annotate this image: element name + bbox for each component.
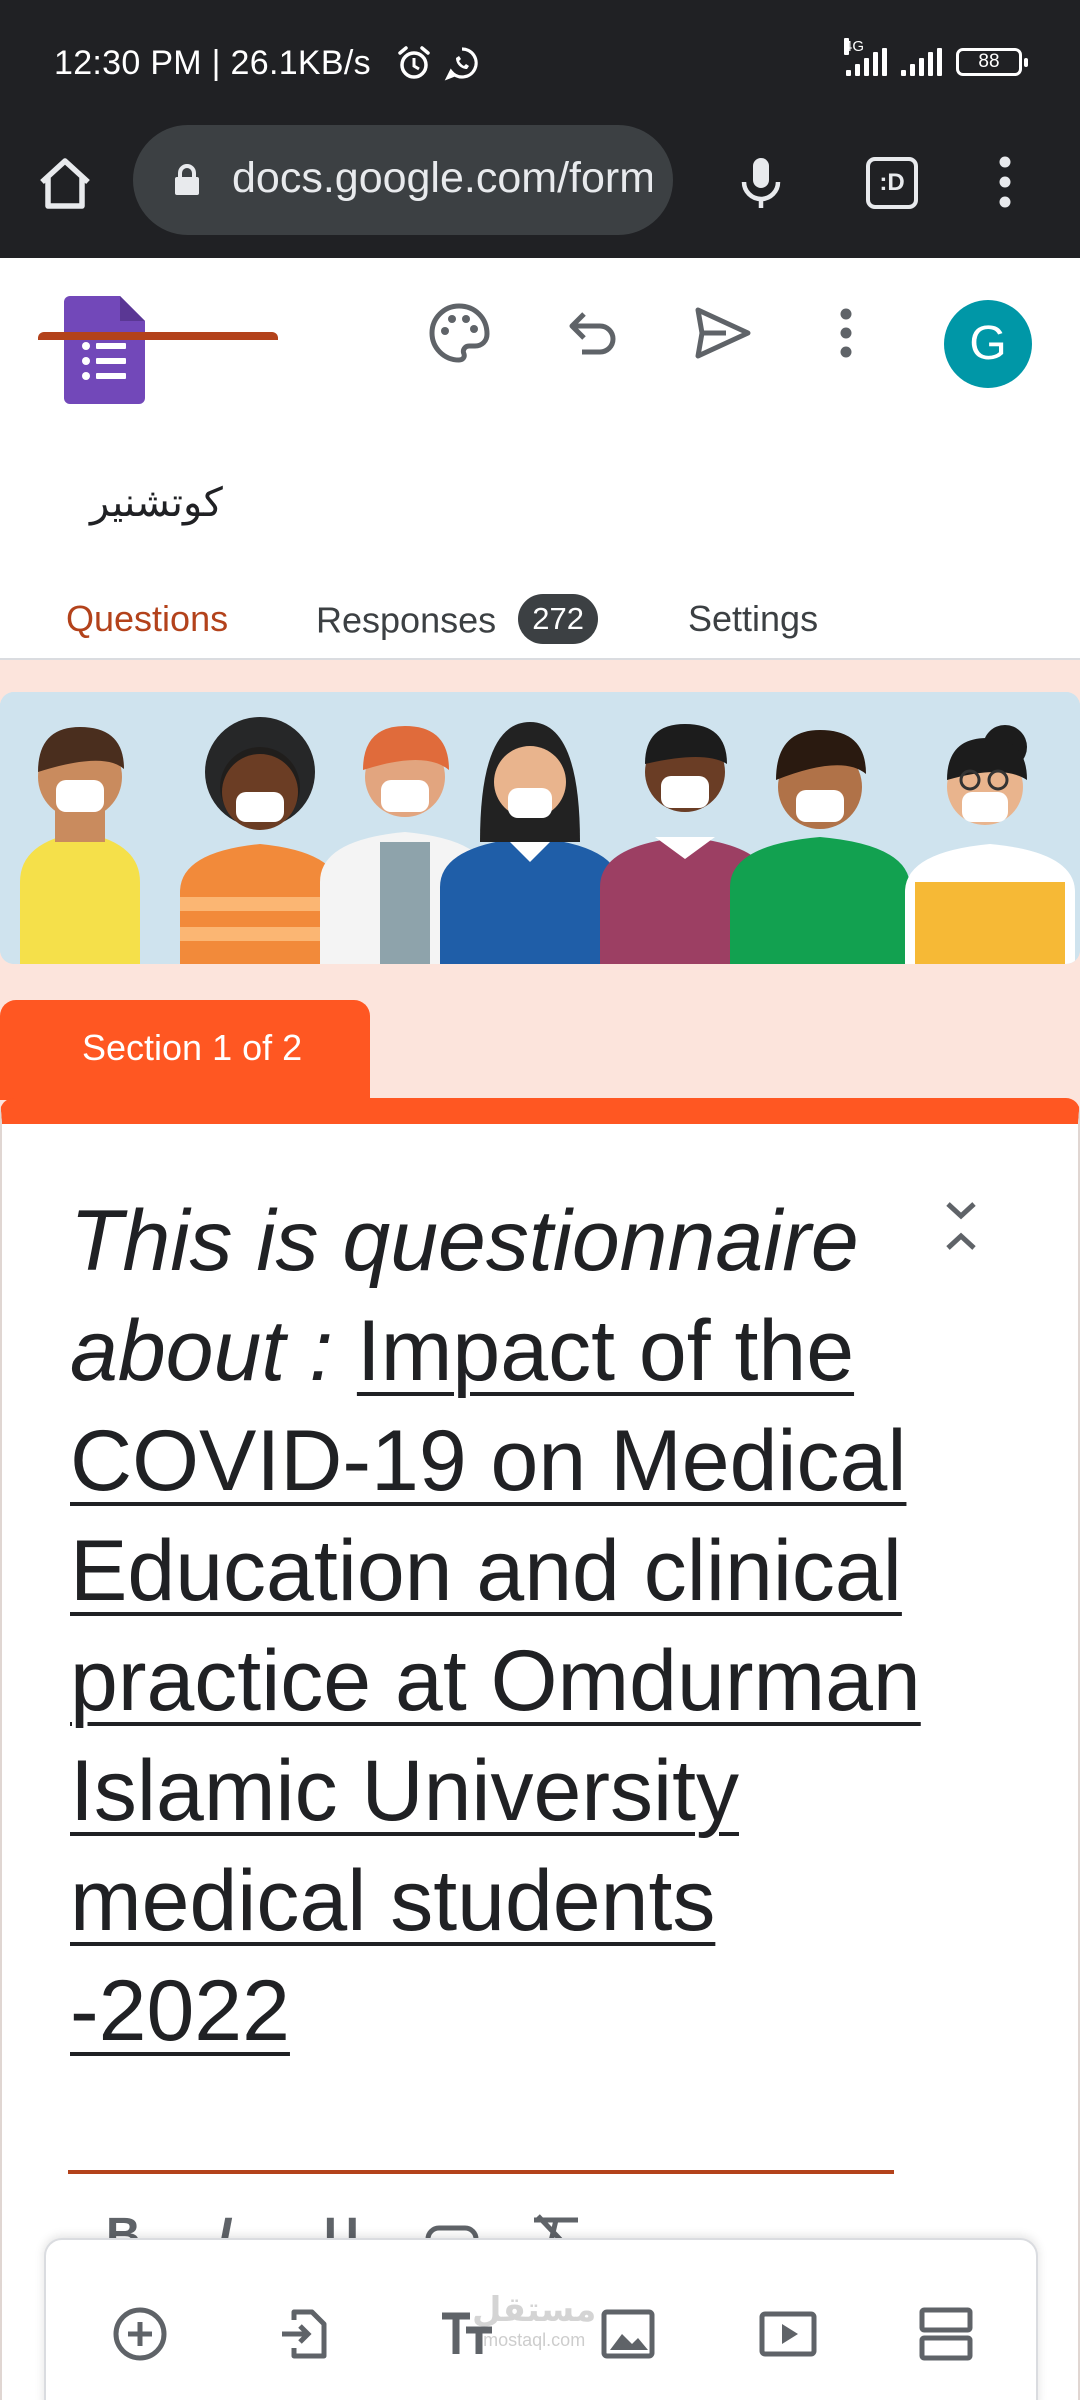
- google-forms-logo-icon[interactable]: [64, 296, 145, 404]
- title-focus-underline: [68, 2170, 894, 2174]
- watermark: مستقل mostaql.com: [472, 2290, 596, 2351]
- lock-icon: [175, 164, 199, 195]
- tabs-icon[interactable]: :D: [866, 157, 918, 209]
- tab-settings-label: Settings: [688, 598, 819, 639]
- link-icon[interactable]: [424, 2216, 480, 2240]
- watermark-arabic: مستقل: [472, 2291, 597, 2329]
- form-title[interactable]: كوتشنير: [90, 480, 223, 526]
- browser-toolbar: docs.google.com/forms :D: [0, 125, 1080, 258]
- signal-icon: [901, 48, 942, 76]
- whatsapp-icon: [444, 47, 478, 81]
- alarm-icon: [398, 46, 430, 79]
- url-text[interactable]: docs.google.com/forms: [232, 154, 652, 203]
- tab-responses[interactable]: Responses 272: [316, 594, 599, 648]
- send-icon[interactable]: [690, 300, 756, 366]
- add-image-icon[interactable]: [596, 2302, 660, 2366]
- italic-button[interactable]: I: [218, 2208, 231, 2240]
- undo-icon[interactable]: [560, 300, 626, 366]
- more-vert-icon[interactable]: [990, 152, 1020, 212]
- import-questions-icon[interactable]: [272, 2302, 336, 2366]
- home-icon[interactable]: [36, 154, 94, 212]
- tab-questions-label: Questions: [66, 598, 229, 639]
- bold-button[interactable]: B: [106, 2208, 141, 2240]
- responses-count-badge: 272: [518, 594, 599, 644]
- section-label: Section 1 of 2: [0, 1000, 370, 1100]
- more-vert-icon[interactable]: [826, 300, 866, 366]
- app-header: G كوتشنير Questions Responses 272 Setting…: [0, 258, 1080, 660]
- tab-settings[interactable]: Settings: [688, 598, 818, 640]
- mic-icon[interactable]: [731, 152, 791, 212]
- status-icons: [395, 44, 481, 82]
- clear-format-icon[interactable]: [528, 2214, 584, 2240]
- header-image[interactable]: [0, 692, 1080, 964]
- format-toolbar: B I U: [100, 2200, 620, 2240]
- network-type-label: 4G: [844, 38, 865, 55]
- section-title-text: Impact of the COVID-19 on Medical Educat…: [70, 1303, 921, 2059]
- tab-responses-label: Responses: [316, 599, 497, 641]
- section-title-input[interactable]: This is questionnaire about : Impact of …: [70, 1186, 950, 2066]
- add-video-icon[interactable]: [756, 2302, 820, 2366]
- status-time: 12:30 PM | 26.1KB/s: [54, 44, 371, 82]
- active-tab-indicator: [38, 332, 278, 340]
- watermark-latin: mostaql.com: [483, 2330, 586, 2350]
- tab-bar: Questions Responses 272 Settings: [0, 578, 1080, 660]
- battery-icon: 88: [956, 48, 1028, 76]
- address-bar[interactable]: docs.google.com/forms: [133, 125, 673, 235]
- avatar[interactable]: G: [944, 300, 1032, 388]
- status-right: 4G 88: [844, 38, 1028, 76]
- tab-questions[interactable]: Questions: [66, 598, 228, 640]
- status-bar: 12:30 PM | 26.1KB/s 4G 88: [0, 0, 1080, 130]
- signal-icon: 4G: [844, 38, 887, 76]
- people-with-masks-illustration: [0, 692, 1080, 964]
- palette-icon[interactable]: [426, 300, 492, 366]
- add-section-icon[interactable]: [914, 2302, 978, 2366]
- add-question-icon[interactable]: [108, 2302, 172, 2366]
- underline-button[interactable]: U: [324, 2208, 359, 2240]
